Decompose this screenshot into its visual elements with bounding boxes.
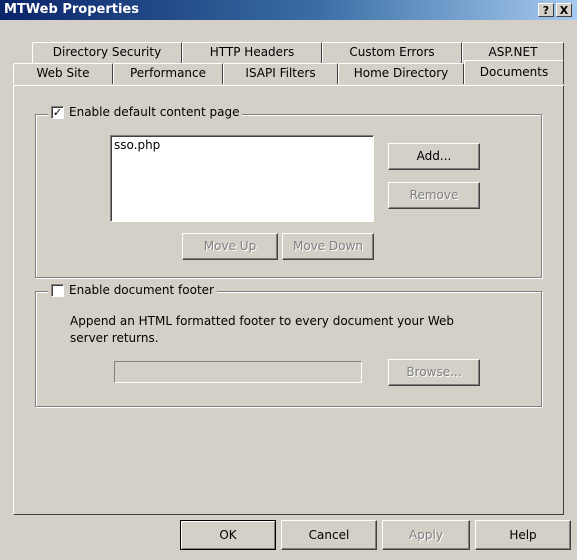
checkmark-icon: ✓ (52, 105, 63, 119)
default-content-legend: ✓ Enable default content page (48, 105, 243, 119)
enable-default-content-checkbox[interactable]: ✓ (51, 105, 64, 119)
tab-http-headers[interactable]: HTTP Headers (182, 42, 322, 63)
close-icon[interactable]: X (556, 3, 572, 17)
footer-path-field[interactable] (114, 361, 362, 383)
enable-footer-checkbox[interactable] (51, 283, 64, 297)
enable-footer-label[interactable]: Enable document footer (69, 283, 214, 297)
list-item[interactable]: sso.php (114, 138, 160, 152)
default-documents-list[interactable]: sso.php (110, 135, 374, 222)
apply-button[interactable]: Apply (382, 520, 470, 550)
help-icon[interactable]: ? (538, 3, 554, 17)
title-bar[interactable]: MTWeb Properties ? X (0, 0, 577, 20)
tab-documents[interactable]: Documents (464, 60, 564, 84)
ok-button[interactable]: OK (180, 520, 276, 550)
help-button[interactable]: Help (475, 520, 571, 550)
tab-web-site[interactable]: Web Site (13, 63, 113, 84)
document-footer-group (35, 291, 542, 407)
footer-description-line1: Append an HTML formatted footer to every… (70, 314, 455, 328)
tab-home-directory[interactable]: Home Directory (338, 63, 464, 84)
footer-description-line2: server returns. (70, 331, 159, 345)
cancel-button[interactable]: Cancel (281, 520, 377, 550)
tab-isapi-filters[interactable]: ISAPI Filters (223, 63, 338, 84)
tab-custom-errors[interactable]: Custom Errors (322, 42, 462, 63)
add-button[interactable]: Add... (388, 143, 480, 170)
window-title: MTWeb Properties (4, 2, 139, 17)
move-down-button[interactable]: Move Down (282, 233, 374, 260)
document-footer-legend: Enable document footer (48, 283, 217, 297)
tab-performance[interactable]: Performance (113, 63, 223, 84)
move-up-button[interactable]: Move Up (182, 233, 278, 260)
footer-description: Append an HTML formatted footer to every… (70, 313, 454, 347)
enable-default-content-label[interactable]: Enable default content page (69, 105, 239, 119)
tab-directory-security[interactable]: Directory Security (32, 42, 182, 63)
properties-dialog: MTWeb Properties ? X Directory Security … (0, 0, 577, 560)
remove-button[interactable]: Remove (388, 182, 480, 209)
browse-button[interactable]: Browse... (388, 359, 480, 386)
documents-panel: ✓ Enable default content page sso.php Ad… (13, 85, 564, 515)
